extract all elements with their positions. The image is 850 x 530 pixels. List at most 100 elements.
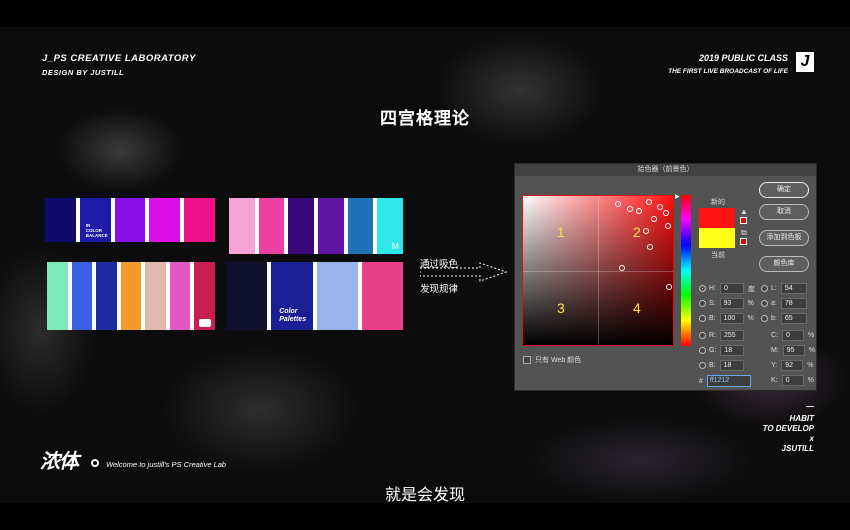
annotation-line-2: 发现规律 xyxy=(420,284,459,295)
gamut-swatch[interactable] xyxy=(740,217,747,224)
palette-swatch xyxy=(318,198,344,254)
l-radio[interactable] xyxy=(761,285,768,292)
habit-line-3: x xyxy=(809,434,814,443)
habit-line-2: TO DEVELOP xyxy=(762,424,814,433)
b-input[interactable]: 100 xyxy=(719,313,744,324)
lab-b-radio[interactable] xyxy=(761,315,768,322)
habit-line-1: HABIT xyxy=(789,414,814,423)
gamut-warning-icon[interactable]: ▲ xyxy=(740,207,748,216)
ok-button[interactable]: 确定 xyxy=(759,182,809,198)
current-color-label: 当前 xyxy=(711,252,725,259)
sample-marker xyxy=(615,201,621,207)
r-input[interactable]: 255 xyxy=(720,330,744,341)
hsb-b-row: B: 100% xyxy=(699,313,754,324)
lab-b-row: b: 65 xyxy=(761,313,811,324)
cancel-button[interactable]: 取消 xyxy=(759,204,809,220)
footer-welcome: Welcome to justill's PS Creative Lab xyxy=(106,460,227,469)
brand-right: 2019 PUBLIC CLASS THE FIRST LIVE BROADCA… xyxy=(668,53,788,75)
saturation-brightness-field[interactable]: 1 2 3 4 xyxy=(522,195,674,346)
y-input[interactable]: 92 xyxy=(781,360,804,371)
lab-b-input[interactable]: 65 xyxy=(780,313,807,324)
palette-card-1: IN COLOR BALANCE xyxy=(45,198,215,242)
sample-marker xyxy=(657,204,663,210)
sample-marker xyxy=(665,223,671,229)
sample-marker xyxy=(651,216,657,222)
k-input[interactable]: 0 xyxy=(781,375,804,386)
web-safe-swatch[interactable] xyxy=(740,238,747,245)
c-input[interactable]: 0 xyxy=(782,330,804,341)
sample-marker xyxy=(647,244,653,250)
hex-label: # xyxy=(699,377,703,385)
h-radio[interactable] xyxy=(699,285,706,292)
palette-swatch xyxy=(71,262,93,330)
new-color-swatch xyxy=(699,208,735,228)
hex-input[interactable]: ff1212 xyxy=(706,375,751,387)
s-input[interactable]: 93 xyxy=(719,298,744,309)
web-colors-option[interactable]: 只有 Web 颜色 xyxy=(523,355,581,365)
palette-swatch xyxy=(114,198,146,242)
habit-dash: — xyxy=(806,402,814,411)
quadrant-divider-horizontal xyxy=(523,271,673,272)
palette-label: IN COLOR BALANCE xyxy=(85,223,108,238)
new-color-label: 新的 xyxy=(711,199,725,206)
brand-right-sub: THE FIRST LIVE BROADCAST OF LIFE xyxy=(668,68,788,75)
color-libraries-button[interactable]: 颜色库 xyxy=(759,256,809,272)
palette-swatch xyxy=(194,262,216,330)
palette-card-2: M xyxy=(229,198,404,254)
a-radio[interactable] xyxy=(761,300,768,307)
web-safe-cube-icon[interactable]: ⧉ xyxy=(741,228,747,238)
hue-slider[interactable] xyxy=(681,195,691,346)
sample-marker xyxy=(627,206,633,212)
palette-label: Color Palettes xyxy=(279,308,307,323)
palette-label: M xyxy=(391,241,400,251)
lab-l-row: L: 54 xyxy=(761,283,811,294)
palette-swatch xyxy=(347,198,374,254)
g-radio[interactable] xyxy=(699,347,706,354)
rgb-b-radio[interactable] xyxy=(699,362,706,369)
palette-swatch: IN COLOR BALANCE xyxy=(79,198,111,242)
rgb-b-row: B: 18 xyxy=(699,360,748,371)
palette-swatch xyxy=(316,262,358,330)
palette-card-3 xyxy=(47,262,216,330)
video-subtitle: 就是会发现 xyxy=(384,487,465,504)
brand-right-title: 2019 PUBLIC CLASS xyxy=(698,53,788,63)
rgb-g-row: G: 18 xyxy=(699,345,748,356)
color-picker-dialog: 拾色器（前景色） 1 2 3 4 ▶ 新的 当前 ▲ ⧉ 确定 取消 添加到色板… xyxy=(514,163,817,391)
m-input[interactable]: 95 xyxy=(782,345,805,356)
g-input[interactable]: 18 xyxy=(720,345,745,356)
s-radio[interactable] xyxy=(699,300,706,307)
add-to-swatches-button[interactable]: 添加到色板 xyxy=(759,230,809,246)
cmyk-k-row: K: 0% xyxy=(771,375,814,386)
slide-title: 四宫格理论 xyxy=(380,109,470,128)
palette-swatch xyxy=(258,198,285,254)
rgb-b-input[interactable]: 18 xyxy=(719,360,744,371)
palette-swatch: Color Palettes xyxy=(271,262,313,330)
web-colors-label: 只有 Web 颜色 xyxy=(535,357,582,364)
leaf-logo-icon xyxy=(199,319,212,327)
habit-block: — HABIT TO DEVELOP x JSUTILL xyxy=(763,402,814,454)
current-color-swatch[interactable] xyxy=(699,228,735,248)
hsb-s-row: S: 93% xyxy=(699,298,754,309)
hsb-h-row: H: 0度 xyxy=(699,283,755,294)
palette-swatch xyxy=(145,262,166,330)
palette-swatch xyxy=(361,262,403,330)
b-radio[interactable] xyxy=(699,315,706,322)
quadrant-label-3: 3 xyxy=(557,300,565,316)
h-input[interactable]: 0 xyxy=(720,283,744,294)
l-input[interactable]: 54 xyxy=(780,283,807,294)
sample-marker xyxy=(643,228,649,234)
web-colors-checkbox[interactable] xyxy=(523,356,531,364)
a-input[interactable]: 78 xyxy=(780,298,807,309)
sample-marker xyxy=(636,208,642,214)
sample-marker xyxy=(663,210,669,216)
sample-marker xyxy=(646,199,652,205)
palette-swatch xyxy=(149,198,181,242)
habit-line-4: JSUTILL xyxy=(781,444,814,453)
palette-swatch xyxy=(45,198,76,242)
hue-pointer-icon[interactable]: ▶ xyxy=(675,193,680,200)
dashed-arrow-icon xyxy=(420,262,508,282)
palette-swatch xyxy=(288,198,315,254)
palette-swatch xyxy=(184,198,215,242)
r-radio[interactable] xyxy=(699,332,706,339)
brand-left-title: J_PS CREATIVE LABORATORY xyxy=(42,53,196,64)
